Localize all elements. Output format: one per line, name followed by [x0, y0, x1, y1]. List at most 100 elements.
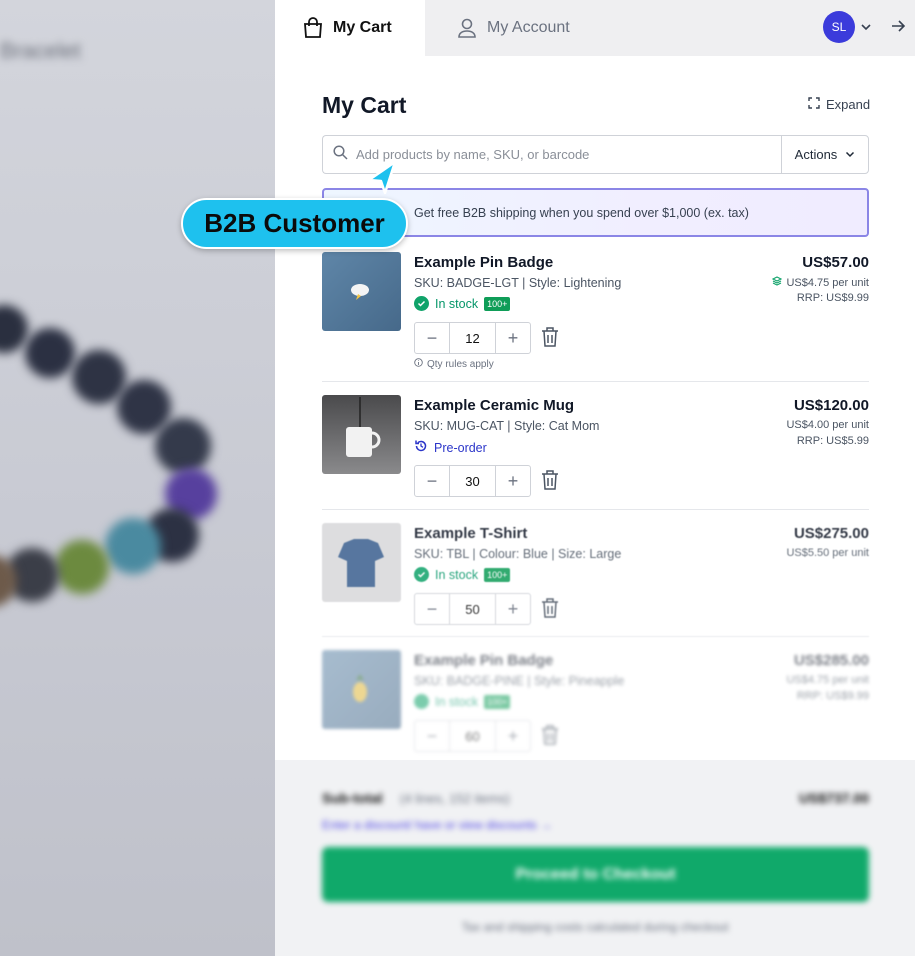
cart-item: Example Pin Badge SKU: BADGE-PINE | Styl…: [322, 650, 869, 755]
item-price: US$275.00: [793, 525, 869, 542]
search-icon: [333, 144, 348, 165]
check-circle-icon: [414, 694, 429, 709]
background-store-title: Bracelet: [0, 38, 81, 63]
bead-decoration: [72, 350, 126, 404]
decrease-button[interactable]: −: [415, 594, 449, 624]
tab-label: My Account: [487, 19, 570, 36]
trash-icon[interactable]: [541, 326, 559, 353]
preorder-status: Pre-order: [414, 439, 487, 456]
discount-link[interactable]: Enter a discount/ have or view discounts…: [322, 818, 552, 832]
unit-price-label: US$4.00 per unit: [786, 419, 869, 431]
subtotal-label: Sub-total: [322, 790, 383, 806]
unit-price-label: US$4.75 per unit: [786, 674, 869, 686]
item-name[interactable]: Example T-Shirt: [414, 525, 527, 542]
increase-button[interactable]: +: [496, 466, 530, 496]
stock-badge: 100+: [484, 567, 511, 582]
cart-item: Example Ceramic Mug SKU: MUG-CAT | Style…: [322, 395, 869, 500]
quantity-value[interactable]: 30: [449, 466, 496, 496]
item-name[interactable]: Example Pin Badge: [414, 254, 553, 271]
preorder-label: Pre-order: [434, 440, 487, 455]
decrease-button[interactable]: −: [415, 721, 449, 751]
unit-price: US$5.50 per unit: [786, 547, 869, 559]
cart-footer: Sub-total (4 lines, 152 items) US$737.00…: [275, 760, 915, 956]
item-name[interactable]: Example Pin Badge: [414, 652, 553, 669]
checkout-button[interactable]: Proceed to Checkout: [322, 847, 869, 902]
quantity-stepper: − 12 +: [414, 322, 531, 354]
unit-price: US$4.75 per unit: [772, 276, 869, 289]
cursor-pointer-icon: [365, 158, 401, 201]
stock-badge: 100+: [484, 694, 511, 709]
bead-decoration: [155, 418, 211, 474]
item-price: US$57.00: [802, 254, 869, 271]
background-store: Bracelet: [0, 0, 275, 956]
history-icon: [414, 439, 428, 456]
stock-label: In stock: [435, 567, 479, 582]
qty-rules-note: Qty rules apply: [414, 358, 494, 370]
expand-label: Expand: [826, 97, 871, 112]
increase-button[interactable]: +: [496, 594, 530, 624]
trash-icon[interactable]: [541, 469, 559, 496]
tab-my-account[interactable]: My Account: [457, 0, 570, 56]
trash-icon[interactable]: [541, 597, 559, 624]
rrp-price: RRP: US$5.99: [796, 435, 869, 447]
stock-status: In stock 100+: [414, 694, 511, 709]
quantity-value[interactable]: 50: [449, 594, 496, 624]
chevron-down-icon[interactable]: [860, 20, 872, 38]
check-circle-icon: [414, 296, 429, 311]
decrease-button[interactable]: −: [415, 323, 449, 353]
quantity-value[interactable]: 60: [449, 721, 496, 751]
chevron-down-icon: [845, 147, 855, 162]
expand-icon: [808, 97, 820, 112]
item-price: US$120.00: [793, 397, 869, 414]
actions-label: Actions: [794, 147, 838, 162]
avatar[interactable]: SL: [823, 11, 855, 43]
divider: [322, 381, 869, 382]
stock-status: In stock 100+: [414, 296, 511, 311]
trash-icon[interactable]: [541, 724, 559, 751]
arrow-right-icon[interactable]: [890, 18, 906, 39]
increase-button[interactable]: +: [496, 721, 530, 751]
item-sku: SKU: TBL | Colour: Blue | Size: Large: [414, 547, 622, 561]
page-title: My Cart: [322, 92, 407, 118]
subtotal-count: (4 lines, 152 items): [400, 791, 510, 806]
item-sku: SKU: BADGE-LGT | Style: Lightening: [414, 276, 622, 290]
drawer-topbar: My Cart My Account SL: [275, 0, 915, 56]
divider: [322, 636, 869, 637]
product-image[interactable]: [322, 395, 401, 474]
item-sku: SKU: MUG-CAT | Style: Cat Mom: [414, 419, 600, 433]
actions-dropdown[interactable]: Actions: [781, 135, 869, 174]
quantity-value[interactable]: 12: [449, 323, 496, 353]
unit-price: US$4.00 per unit: [786, 419, 869, 431]
stock-label: In stock: [435, 694, 479, 709]
info-icon: [414, 358, 423, 370]
qty-rules-label: Qty rules apply: [427, 358, 494, 370]
cart-item: Example T-Shirt SKU: TBL | Colour: Blue …: [322, 523, 869, 628]
quantity-stepper: − 60 +: [414, 720, 531, 752]
decrease-button[interactable]: −: [415, 466, 449, 496]
rrp-price: RRP: US$9.99: [796, 292, 869, 304]
bead-decoration: [105, 518, 161, 574]
rrp-price: RRP: US$9.99: [796, 690, 869, 702]
b2b-customer-label: B2B Customer: [181, 198, 408, 249]
unit-price-label: US$5.50 per unit: [786, 547, 869, 559]
product-image[interactable]: [322, 523, 401, 602]
increase-button[interactable]: +: [496, 323, 530, 353]
tab-label: My Cart: [333, 19, 392, 36]
item-name[interactable]: Example Ceramic Mug: [414, 397, 574, 414]
banner-text: Get free B2B shipping when you spend ove…: [414, 205, 749, 220]
product-image[interactable]: [322, 252, 401, 331]
bead-decoration: [25, 328, 75, 378]
quantity-stepper: − 50 +: [414, 593, 531, 625]
bead-decoration: [55, 540, 109, 594]
divider: [322, 509, 869, 510]
tab-my-cart[interactable]: My Cart: [275, 0, 425, 56]
unit-price-label: US$4.75 per unit: [786, 276, 869, 289]
cart-item: Example Pin Badge SKU: BADGE-LGT | Style…: [322, 252, 869, 382]
search-input[interactable]: [356, 147, 756, 162]
cart-drawer: My Cart My Account SL My Cart Expand Act…: [275, 0, 915, 956]
layers-icon: [772, 276, 783, 289]
expand-button[interactable]: Expand: [808, 97, 870, 112]
stock-badge: 100+: [484, 296, 511, 311]
product-image[interactable]: [322, 650, 401, 729]
item-price: US$285.00: [793, 652, 869, 669]
